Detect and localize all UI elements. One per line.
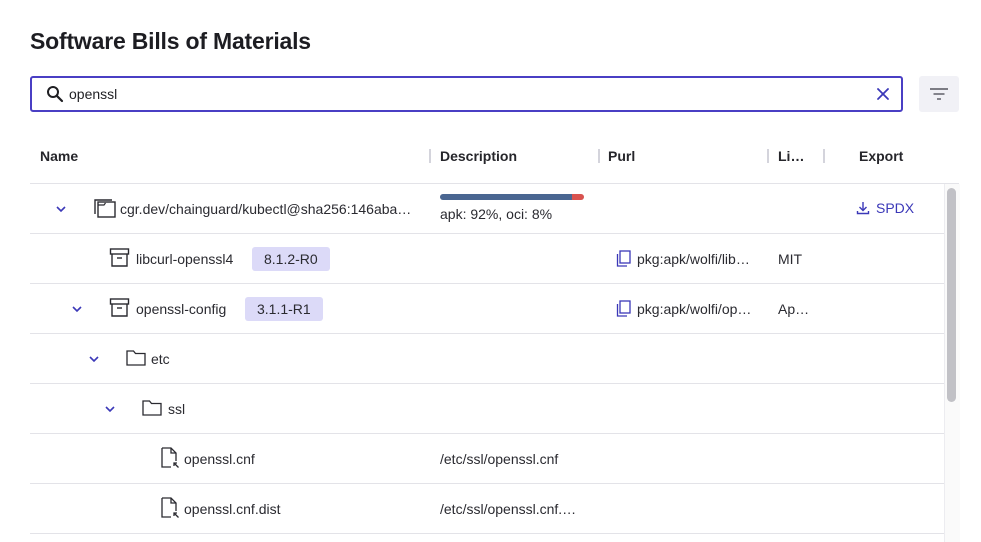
- progress-oci-segment: [572, 194, 584, 200]
- package-box-icon: [109, 298, 130, 317]
- copy-icon[interactable]: [616, 250, 631, 267]
- chevron-down-icon[interactable]: [103, 402, 117, 416]
- export-label: SPDX: [876, 200, 915, 216]
- table-row[interactable]: etc: [30, 334, 944, 384]
- file-link-icon: [161, 447, 179, 468]
- search-field[interactable]: [30, 76, 903, 112]
- page-title: Software Bills of Materials: [30, 28, 311, 54]
- package-box-icon: [109, 248, 130, 267]
- column-header-name[interactable]: Name: [40, 140, 78, 172]
- file-description: /etc/ssl/openssl.cnf: [440, 450, 559, 467]
- purl-value: pkg:apk/wolfi/lib…: [637, 250, 750, 267]
- table-row[interactable]: ssl: [30, 384, 944, 434]
- column-header-export: Export: [859, 148, 904, 164]
- column-resize-handle[interactable]: [823, 149, 825, 163]
- filter-icon: [930, 88, 948, 100]
- column-header-license[interactable]: Li…: [778, 140, 804, 172]
- column-resize-handle[interactable]: [429, 149, 431, 163]
- folder-name: etc: [151, 350, 170, 367]
- table-row[interactable]: libcurl-openssl4 8.1.2-R0 pkg:apk/wolfi/…: [30, 234, 944, 284]
- image-name: cgr.dev/chainguard/kubectl@sha256:146aba…: [120, 200, 412, 217]
- version-badge: 8.1.2-R0: [252, 247, 330, 271]
- column-resize-handle[interactable]: [767, 149, 769, 163]
- package-name: libcurl-openssl4: [136, 250, 234, 267]
- file-name: openssl.cnf: [184, 450, 255, 467]
- version-badge: 3.1.1-R1: [245, 297, 323, 321]
- column-header-purl[interactable]: Purl: [608, 140, 635, 172]
- table-row[interactable]: openssl.cnf /etc/ssl/openssl.cnf: [30, 434, 944, 484]
- copy-icon[interactable]: [616, 300, 631, 317]
- composition-label: apk: 92%, oci: 8%: [440, 206, 553, 222]
- download-icon: [856, 202, 870, 215]
- file-description: /etc/ssl/openssl.cnf.…: [440, 500, 577, 517]
- chevron-down-icon[interactable]: [54, 202, 68, 216]
- progress-apk-segment: [440, 194, 573, 200]
- search-icon: [47, 86, 64, 103]
- filter-button[interactable]: [919, 76, 959, 112]
- package-name: openssl-config: [136, 300, 227, 317]
- export-spdx-button[interactable]: SPDX: [856, 200, 914, 216]
- table-row[interactable]: openssl.cnf.dist /etc/ssl/openssl.cnf.…: [30, 484, 944, 534]
- file-link-icon: [161, 497, 179, 518]
- scrollbar-thumb[interactable]: [947, 188, 956, 402]
- purl-value: pkg:apk/wolfi/op…: [637, 300, 752, 317]
- sbom-table: cgr.dev/chainguard/kubectl@sha256:146aba…: [30, 184, 944, 542]
- file-name: openssl.cnf.dist: [184, 500, 281, 517]
- composition-progress-bar: [440, 194, 584, 200]
- folder-icon: [126, 350, 146, 366]
- license-value: Ap…: [778, 300, 810, 317]
- image-layers-icon: [94, 199, 116, 218]
- chevron-down-icon[interactable]: [70, 302, 84, 316]
- folder-icon: [142, 400, 162, 416]
- table-row[interactable]: openssl-config 3.1.1-R1 pkg:apk/wolfi/op…: [30, 284, 944, 334]
- chevron-down-icon[interactable]: [87, 352, 101, 366]
- table-row[interactable]: cgr.dev/chainguard/kubectl@sha256:146aba…: [30, 184, 944, 234]
- folder-name: ssl: [168, 400, 186, 417]
- column-resize-handle[interactable]: [598, 149, 600, 163]
- license-value: MIT: [778, 250, 803, 267]
- column-header-description[interactable]: Description: [440, 140, 517, 172]
- search-input[interactable]: [69, 78, 849, 110]
- clear-search-icon[interactable]: [875, 86, 891, 102]
